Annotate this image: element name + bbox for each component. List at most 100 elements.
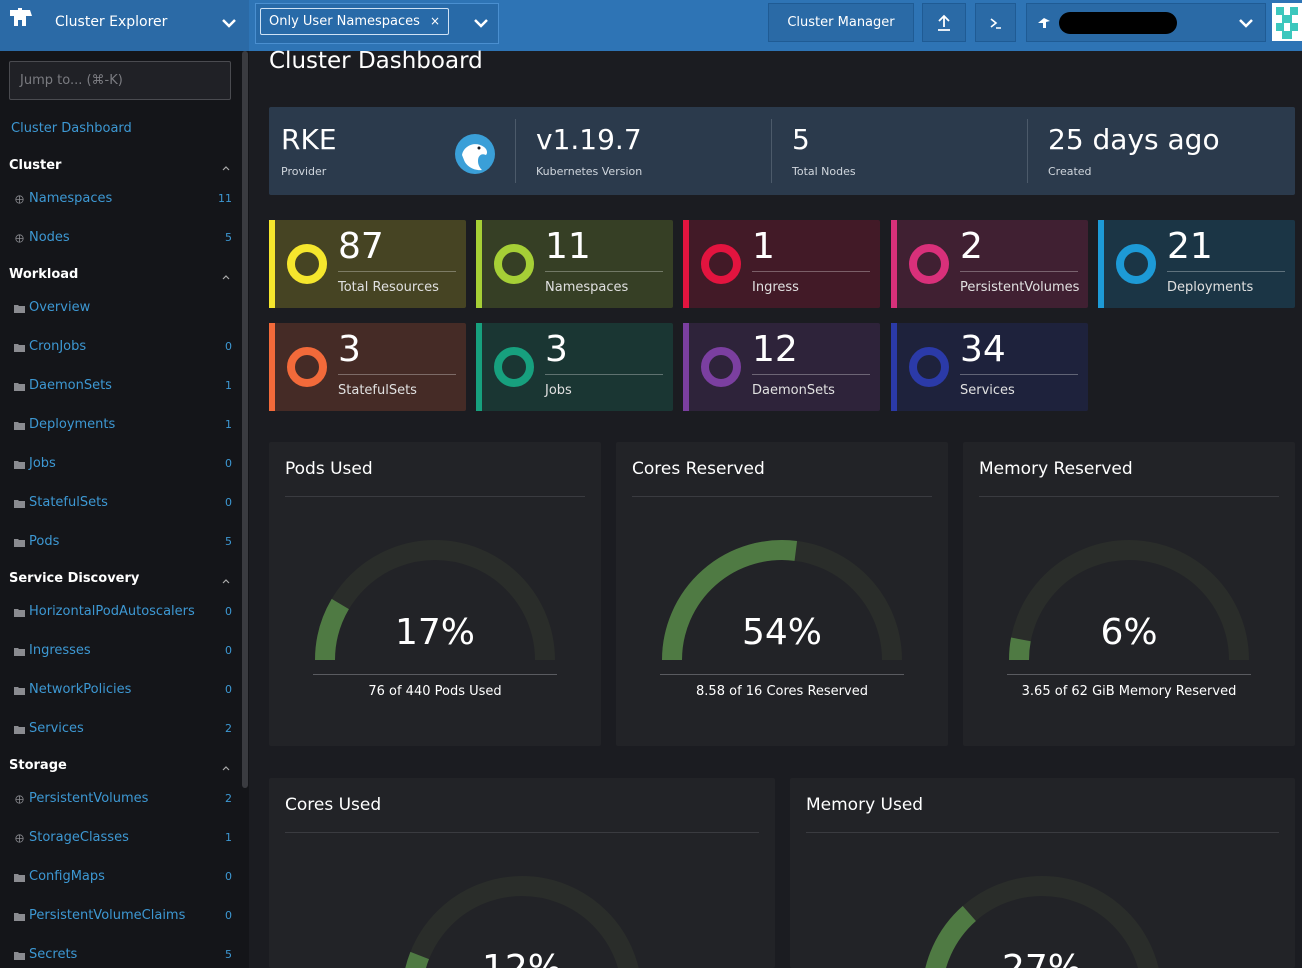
sidebar-item-count: 0 [225,340,232,353]
info-label: Kubernetes Version [536,165,643,178]
group-service-discovery[interactable]: Service Discovery [9,571,139,586]
sidebar-item-daemonsets[interactable]: DaemonSets 1 [14,378,236,398]
group-cluster[interactable]: Cluster [9,158,61,173]
chevron-down-icon[interactable] [220,16,238,30]
chevron-up-icon[interactable] [222,165,230,171]
app-title: Cluster Explorer [55,14,168,30]
divider [771,119,772,183]
sidebar-item-pvcs[interactable]: PersistentVolumeClaims 0 [14,908,236,928]
card-divider [338,374,456,375]
chevron-up-icon[interactable] [222,274,230,280]
card-ingress[interactable]: 1 Ingress [683,220,880,308]
sidebar-item-label: StorageClasses [29,830,129,845]
sidebar-item-jobs[interactable]: Jobs 0 [14,456,236,476]
panel-memory-reserved: Memory Reserved 6% 3.65 of 62 GiB Memory… [963,442,1295,746]
card-statefulsets[interactable]: 3 StatefulSets [269,323,466,411]
sidebar-item-count: 5 [225,231,232,244]
namespace-chip[interactable]: Only User Namespaces × [260,8,449,35]
sidebar-item-overview[interactable]: Overview [14,300,236,320]
namespace-filter[interactable]: Only User Namespaces × [255,3,499,44]
chevron-up-icon[interactable] [222,765,230,771]
chip-remove-icon[interactable]: × [430,14,440,28]
folder-icon [14,687,25,695]
sidebar-item-services[interactable]: Services 2 [14,721,236,741]
sidebar-item-count: 5 [225,535,232,548]
card-divider [338,271,456,272]
card-count: 87 [338,226,384,267]
info-provider: RKE Provider [269,107,515,195]
upload-icon [938,14,950,31]
kubectl-shell-button[interactable] [975,3,1016,42]
card-persistentvolumes[interactable]: 2 PersistentVolumes [891,220,1088,308]
user-avatar[interactable] [1272,3,1302,41]
card-daemonsets[interactable]: 12 DaemonSets [683,323,880,411]
user-menu[interactable] [1026,3,1266,42]
sidebar-item-pods[interactable]: Pods 5 [14,534,236,554]
sidebar-scrollbar[interactable] [242,51,248,788]
provider-logo-icon [455,134,495,174]
sidebar-item-secrets[interactable]: Secrets 5 [14,947,236,967]
panel-divider [806,832,1279,833]
app-switcher[interactable]: Cluster Explorer [0,0,249,51]
panel-title: Cores Used [285,795,382,815]
card-accent-bar [891,323,897,411]
redacted-username [1059,12,1177,34]
sidebar-item-persistentvolumes[interactable]: PersistentVolumes 2 [14,791,236,811]
info-value: RKE [281,123,337,156]
sidebar-item-cluster-dashboard[interactable]: Cluster Dashboard [11,121,132,136]
globe-icon [15,195,24,204]
rancher-logo-icon [10,8,32,26]
sidebar-item-label: Jobs [29,456,56,471]
sidebar-item-cronjobs[interactable]: CronJobs 0 [14,339,236,359]
sidebar-item-namespaces[interactable]: Namespaces 11 [14,191,236,211]
card-label: DaemonSets [752,383,835,398]
card-jobs[interactable]: 3 Jobs [476,323,673,411]
ring-icon [1116,244,1156,284]
sidebar-item-networkpolicies[interactable]: NetworkPolicies 0 [14,682,236,702]
folder-icon [14,461,25,469]
panel-pods-used: Pods Used 17% 76 of 440 Pods Used [269,442,601,746]
group-storage[interactable]: Storage [9,758,67,773]
group-workload[interactable]: Workload [9,267,78,282]
sidebar-item-storageclasses[interactable]: StorageClasses 1 [14,830,236,850]
cluster-manager-button[interactable]: Cluster Manager [768,3,914,42]
folder-icon [14,383,25,391]
sidebar-item-count: 1 [225,831,232,844]
card-namespaces[interactable]: 11 Namespaces [476,220,673,308]
chevron-down-icon[interactable] [1237,16,1255,30]
info-label: Created [1048,165,1092,178]
chevron-up-icon[interactable] [222,578,230,584]
card-divider [960,374,1078,375]
card-count: 34 [960,329,1006,370]
sidebar-item-count: 2 [225,792,232,805]
sidebar-item-nodes[interactable]: Nodes 5 [14,230,236,250]
card-total-resources[interactable]: 87 Total Resources [269,220,466,308]
card-accent-bar [891,220,897,308]
folder-icon [14,952,25,960]
sidebar-item-ingresses[interactable]: Ingresses 0 [14,643,236,663]
sidebar-item-hpa[interactable]: HorizontalPodAutoscalers 0 [14,604,236,624]
card-accent-bar [269,323,275,411]
card-accent-bar [683,323,689,411]
sidebar-item-deployments[interactable]: Deployments 1 [14,417,236,437]
info-label: Total Nodes [792,165,856,178]
divider [515,119,516,183]
card-accent-bar [476,220,482,308]
globe-icon [15,234,24,243]
info-total-nodes: 5 Total Nodes [780,107,1026,195]
gauge-subtitle: 3.65 of 62 GiB Memory Reserved [1021,684,1237,699]
card-divider [960,271,1078,272]
panel-divider [979,496,1279,497]
sidebar-item-label: Overview [29,300,91,315]
chevron-down-icon[interactable] [472,16,490,30]
card-count: 12 [752,329,798,370]
sidebar-item-configmaps[interactable]: ConfigMaps 0 [14,869,236,889]
jump-to-input[interactable]: Jump to... (⌘-K) [9,61,231,100]
panel-cores-reserved: Cores Reserved 54% 8.58 of 16 Cores Rese… [616,442,948,746]
sidebar-item-statefulsets[interactable]: StatefulSets 0 [14,495,236,515]
card-deployments[interactable]: 21 Deployments [1098,220,1295,308]
folder-icon [14,609,25,617]
card-services[interactable]: 34 Services [891,323,1088,411]
import-yaml-button[interactable] [922,3,966,42]
gauge-subtitle: 8.58 of 16 Cores Reserved [696,684,868,699]
